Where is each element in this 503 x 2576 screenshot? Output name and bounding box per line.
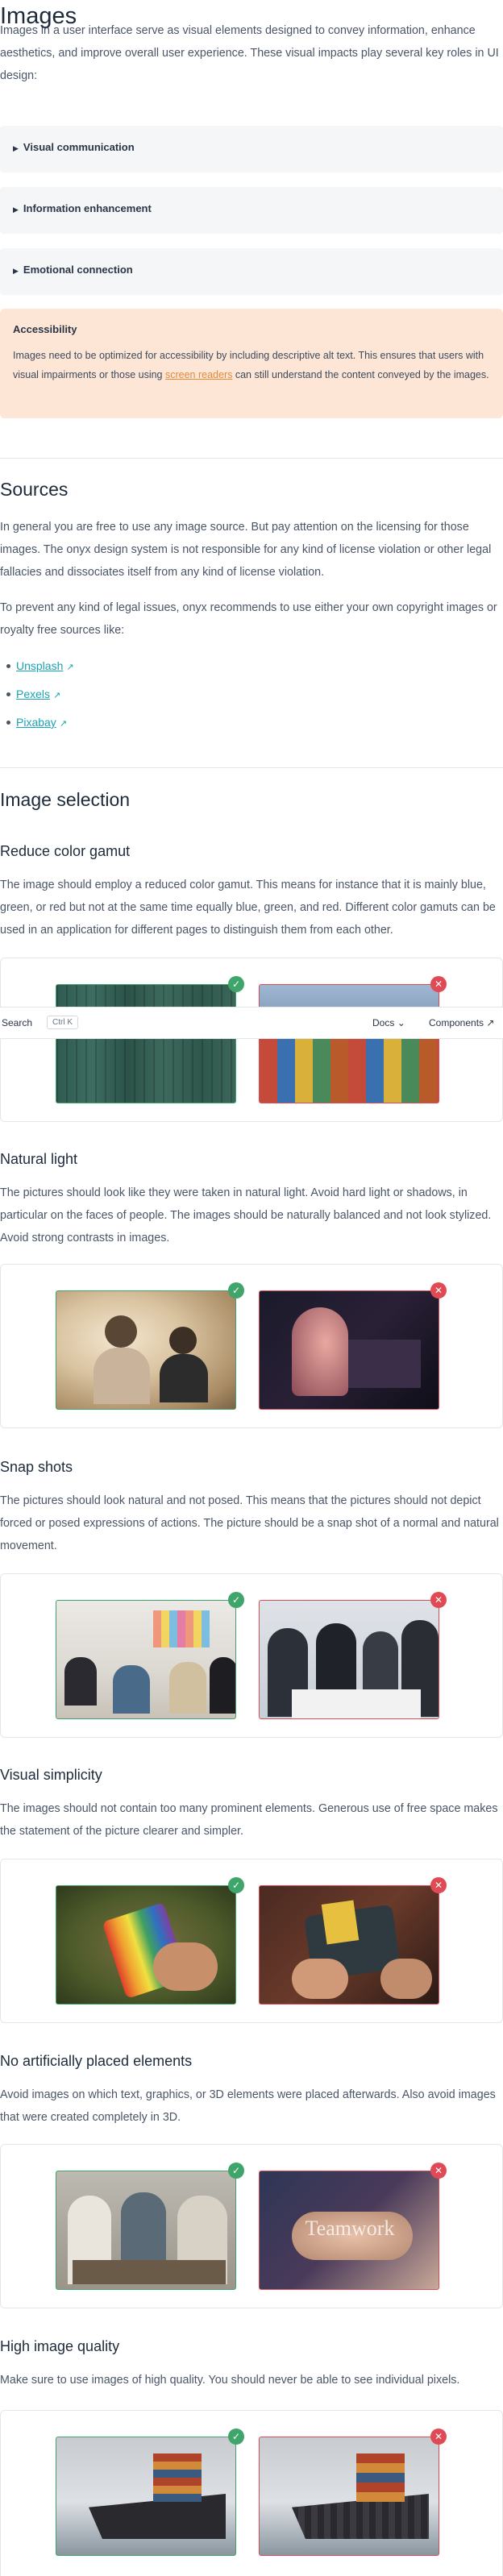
good-example-image <box>56 2171 236 2290</box>
components-link[interactable]: Components ↗ <box>429 1017 494 1028</box>
cross-icon: ✕ <box>430 2429 447 2445</box>
cross-icon: ✕ <box>430 976 447 992</box>
snap-shots-text: The pictures should look natural and not… <box>0 1494 499 1552</box>
sources-paragraph-1: In general you are free to use any image… <box>0 521 492 579</box>
good-example-image <box>56 984 236 1103</box>
check-icon: ✓ <box>228 2429 244 2445</box>
good-example-image <box>56 2437 236 2556</box>
image-selection-heading: Image selection <box>0 789 131 810</box>
reduce-color-gamut-heading: Reduce color gamut <box>0 843 131 859</box>
natural-light-text: The pictures should look like they were … <box>0 1186 492 1244</box>
accessibility-callout: Accessibility Images need to be optimize… <box>0 309 503 418</box>
list-item: Unsplash ↗ <box>6 653 74 681</box>
sources-heading: Sources <box>0 479 69 500</box>
unsplash-link[interactable]: Unsplash <box>16 659 63 672</box>
example-card-image-quality: ✓ ✕ <box>0 2410 503 2576</box>
example-card-artificial-elements: Teamwork ✓ ✕ <box>0 2144 503 2308</box>
top-navigation-bar: Search Ctrl K Docs ⌄ Components ↗ <box>0 1007 503 1039</box>
details-label: Information enhancement <box>23 202 152 214</box>
callout-title: Accessibility <box>13 323 77 335</box>
bad-example-image <box>259 2437 439 2556</box>
check-icon: ✓ <box>228 2163 244 2179</box>
divider <box>0 767 503 768</box>
visual-simplicity-heading: Visual simplicity <box>0 1767 102 1783</box>
teamwork-overlay-text: Teamwork <box>305 2217 395 2240</box>
high-image-quality-text: Make sure to use images of high quality.… <box>0 2374 460 2387</box>
bad-example-image: Teamwork <box>259 2171 439 2290</box>
callout-body: Images need to be optimized for accessib… <box>13 350 489 380</box>
good-example-image <box>56 1885 236 2005</box>
cross-icon: ✕ <box>430 1282 447 1298</box>
natural-light-heading: Natural light <box>0 1151 78 1167</box>
cross-icon: ✕ <box>430 1877 447 1893</box>
divider <box>0 458 503 459</box>
external-link-icon: ↗ <box>59 719 68 729</box>
docs-menu[interactable]: Docs ⌄ <box>372 1017 405 1028</box>
example-card-color-gamut: ✓ ✕ <box>0 958 503 1122</box>
sources-list: Unsplash ↗ Pexels ↗ Pixabay ↗ <box>6 653 74 737</box>
external-link-icon: ↗ <box>486 1017 495 1028</box>
bad-example-image <box>259 1290 439 1410</box>
details-label: Emotional connection <box>23 264 133 276</box>
high-image-quality-heading: High image quality <box>0 2338 120 2354</box>
pexels-link[interactable]: Pexels <box>16 688 50 700</box>
cross-icon: ✕ <box>430 1592 447 1608</box>
check-icon: ✓ <box>228 1282 244 1298</box>
screen-readers-link[interactable]: screen readers <box>165 369 232 380</box>
check-icon: ✓ <box>228 1592 244 1608</box>
external-link-icon: ↗ <box>66 663 74 672</box>
sources-paragraph-2: To prevent any kind of legal issues, ony… <box>0 601 497 637</box>
external-link-icon: ↗ <box>53 691 61 700</box>
bad-example-image <box>259 1885 439 2005</box>
cross-icon: ✕ <box>430 2163 447 2179</box>
good-example-image <box>56 1600 236 1719</box>
disclosure-triangle-icon: ▶ <box>13 267 19 275</box>
disclosure-triangle-icon: ▶ <box>13 206 19 214</box>
check-icon: ✓ <box>228 1877 244 1893</box>
details-information-enhancement[interactable]: ▶ Information enhancement <box>0 187 503 234</box>
good-example-image <box>56 1290 236 1410</box>
snap-shots-heading: Snap shots <box>0 1459 73 1475</box>
details-emotional-connection[interactable]: ▶ Emotional connection <box>0 248 503 295</box>
search-button[interactable]: Search <box>2 1017 32 1028</box>
disclosure-triangle-icon: ▶ <box>13 144 19 152</box>
check-icon: ✓ <box>228 976 244 992</box>
list-item: Pexels ↗ <box>6 681 74 709</box>
intro-text: Images in a user interface serve as visu… <box>0 24 499 82</box>
chevron-down-icon: ⌄ <box>397 1017 405 1028</box>
visual-simplicity-text: The images should not contain too many p… <box>0 1802 498 1838</box>
pixabay-link[interactable]: Pixabay <box>16 716 56 729</box>
example-card-snap-shots: ✓ ✕ <box>0 1573 503 1738</box>
bad-example-image <box>259 1600 439 1719</box>
search-shortcut: Ctrl K <box>47 1016 78 1029</box>
no-artificial-elements-heading: No artificially placed elements <box>0 2053 193 2069</box>
example-card-natural-light: ✓ ✕ <box>0 1264 503 1428</box>
bad-example-image <box>259 984 439 1103</box>
details-visual-communication[interactable]: ▶ Visual communication <box>0 126 503 172</box>
example-card-visual-simplicity: ✓ ✕ <box>0 1859 503 2023</box>
reduce-color-gamut-text: The image should employ a reduced color … <box>0 879 496 937</box>
list-item: Pixabay ↗ <box>6 709 74 737</box>
no-artificial-elements-text: Avoid images on which text, graphics, or… <box>0 2088 496 2124</box>
details-label: Visual communication <box>23 141 135 153</box>
